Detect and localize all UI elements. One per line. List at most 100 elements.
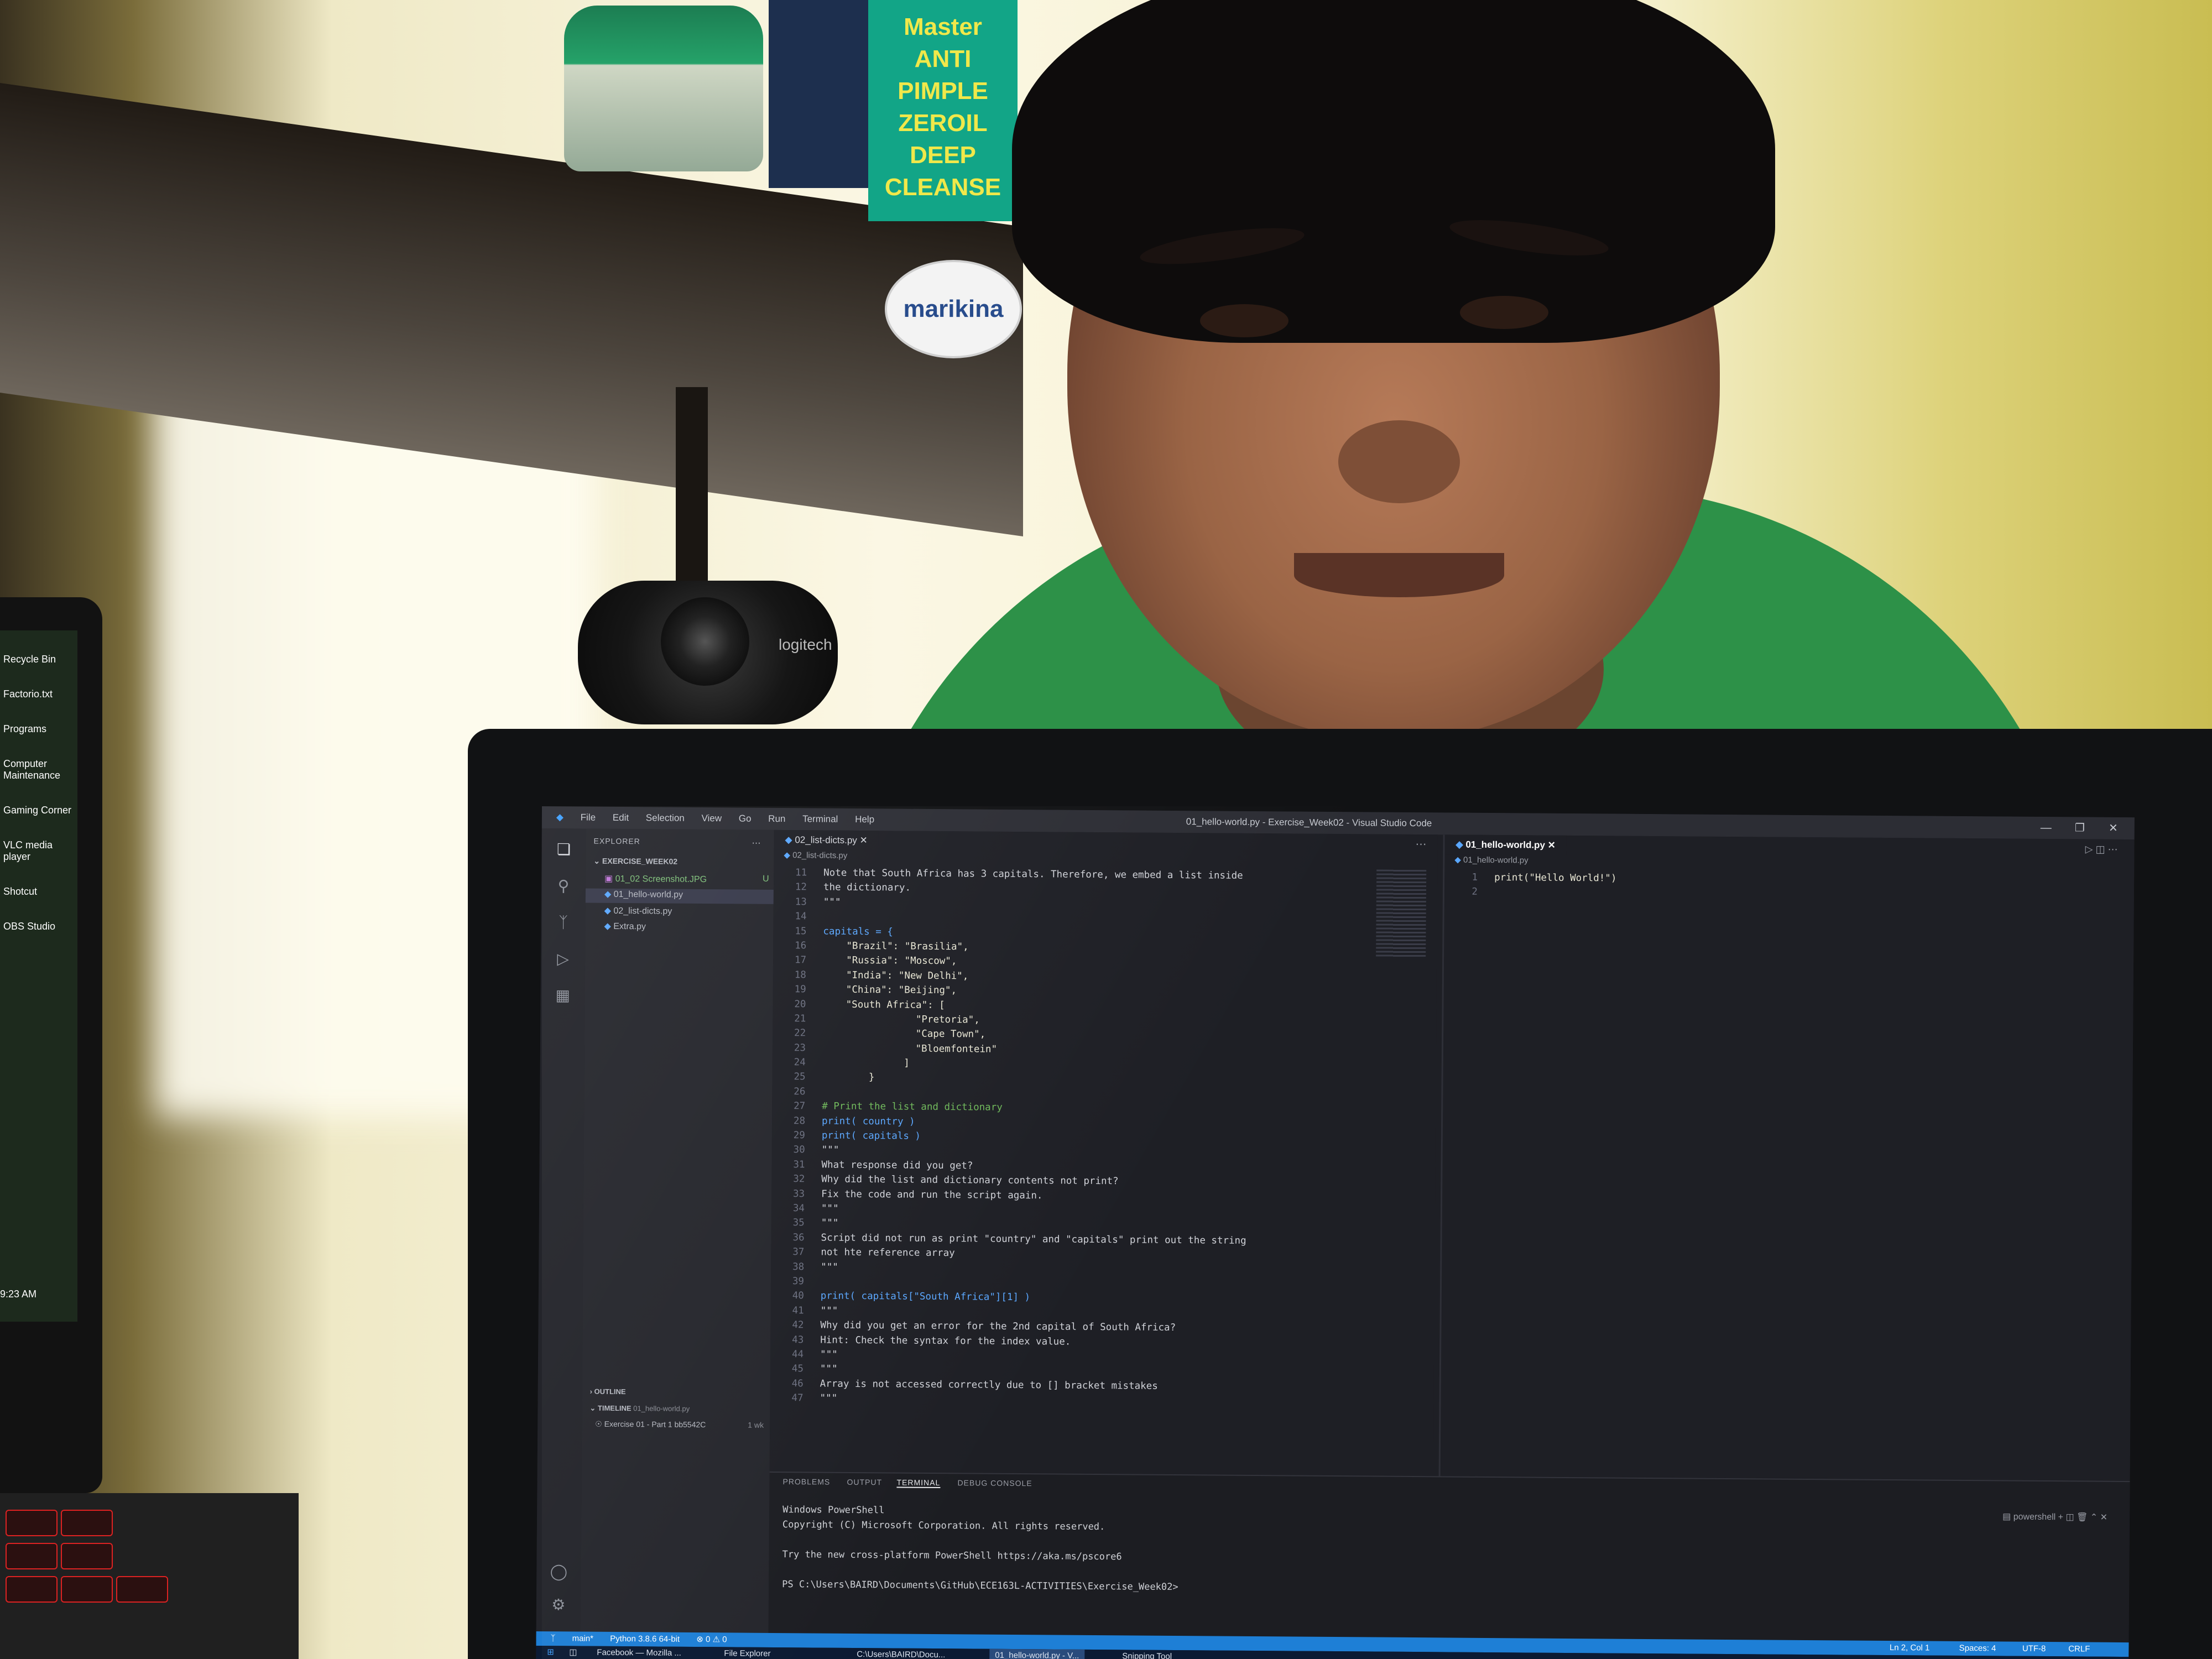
taskbar-item[interactable]: Snipping Tool (1122, 1650, 1172, 1659)
taskbar-item[interactable]: C:\Users\BAIRD\Docu... (857, 1648, 945, 1659)
desktop-icon-label[interactable]: Factorio.txt (3, 688, 77, 700)
menu-selection[interactable]: Selection (646, 807, 685, 829)
desktop-icon-label[interactable]: Gaming Corner (3, 805, 77, 816)
windows-start-icon[interactable]: ⊞ (547, 1646, 554, 1659)
shell-select[interactable]: powershell (2013, 1512, 2056, 1522)
line-number: 23 (794, 1042, 806, 1054)
encoding[interactable]: UTF-8 (2022, 1642, 2046, 1656)
source-control-icon[interactable]: ᛉ (553, 912, 573, 932)
box-line: DEEP (910, 142, 976, 169)
chevron-up-icon[interactable]: ⌃ (2090, 1513, 2100, 1522)
close-icon[interactable]: ✕ (2109, 817, 2118, 839)
tab-terminal[interactable]: TERMINAL (896, 1478, 941, 1489)
extensions-icon[interactable]: ▦ (552, 985, 572, 1005)
menu-terminal[interactable]: Terminal (802, 808, 838, 830)
code-area[interactable]: 1 print("Hello World!") 2 (1444, 870, 2068, 904)
close-tab-icon[interactable]: ✕ (859, 835, 867, 846)
terminal-output[interactable]: Windows PowerShell Copyright (C) Microsof… (782, 1503, 1179, 1595)
tab-list-dicts[interactable]: ◆ 02_list-dicts.py ✕ (774, 830, 879, 851)
search-icon[interactable]: ⚲ (554, 876, 573, 896)
more-actions-icon[interactable]: ⋯ (752, 838, 760, 849)
line-number: 35 (792, 1217, 805, 1229)
code-area[interactable]: 11 Note that South Africa has 3 capitals.… (770, 865, 1371, 1410)
trash-icon[interactable]: 🗑 (2077, 1512, 2090, 1522)
task-view-icon[interactable]: ◫ (569, 1646, 577, 1659)
timeline-section[interactable]: ⌄ TIMELINE 01_hello-world.py (589, 1404, 690, 1413)
chevron-down-icon: ⌄ (593, 856, 602, 865)
line-number: 27 (794, 1100, 806, 1112)
laptop-keyboard (0, 1493, 299, 1659)
add-terminal-icon[interactable]: + (2058, 1512, 2066, 1522)
image-file-icon: ▣ (604, 874, 615, 884)
taskbar-item-active[interactable]: 01_hello-world.py - V... (989, 1648, 1085, 1659)
taskbar-item[interactable]: Facebook — Mozilla ... (597, 1646, 681, 1659)
keyboard-key (116, 1576, 168, 1603)
problems-count[interactable]: ⊗ 0 ⚠ 0 (696, 1635, 727, 1644)
box-line: Master (904, 13, 982, 40)
file-item-selected[interactable]: ◆ 01_hello-world.py (585, 888, 774, 904)
file-item[interactable]: ▣ 01_02 Screenshot.JPG (604, 873, 707, 885)
desktop-icon-label[interactable]: Recycle Bin (3, 654, 77, 665)
menu-help[interactable]: Help (855, 808, 874, 831)
tab-debug-console[interactable]: DEBUG CONSOLE (957, 1478, 1032, 1488)
cream-jar (564, 6, 763, 171)
branch-indicator[interactable]: ᛉ main* (550, 1634, 593, 1644)
line-number: 47 (791, 1392, 804, 1404)
line-number: 15 (795, 925, 807, 937)
explorer-icon[interactable]: ❏ (554, 839, 573, 859)
tab-output[interactable]: OUTPUT (847, 1478, 882, 1486)
breadcrumb[interactable]: ◆ 02_list-dicts.py (784, 850, 847, 860)
split-terminal-icon[interactable]: ◫ (2065, 1512, 2077, 1522)
more-actions-icon[interactable]: ⋯ (2107, 844, 2117, 855)
line-number: 45 (791, 1363, 804, 1375)
python-file-icon: ◆ (604, 889, 614, 899)
close-tab-icon[interactable]: ✕ (1548, 840, 1556, 851)
indentation[interactable]: Spaces: 4 (1959, 1641, 1996, 1656)
minimize-icon[interactable]: — (2041, 817, 2052, 839)
menu-edit[interactable]: Edit (613, 807, 629, 829)
line-ending[interactable]: CRLF (2068, 1642, 2090, 1656)
workspace-folder[interactable]: ⌄ EXERCISE_WEEK02 (593, 857, 677, 867)
desktop-icon-label[interactable]: Shotcut (3, 886, 77, 898)
run-file-icon[interactable]: ▷ (2085, 843, 2093, 854)
account-icon[interactable]: ◯ (549, 1562, 568, 1582)
more-actions-icon[interactable]: ⋯ (1415, 834, 1426, 854)
line-number: 26 (794, 1086, 806, 1098)
minimap[interactable] (1376, 869, 1427, 959)
menu-run[interactable]: Run (768, 808, 785, 830)
breadcrumb[interactable]: ◆ 01_hello-world.py (1454, 855, 1528, 865)
menu-go[interactable]: Go (739, 807, 752, 830)
line-number: 25 (794, 1071, 806, 1083)
line-number: 42 (792, 1319, 804, 1331)
desktop-icon-label[interactable]: Programs (3, 723, 77, 735)
outline-section[interactable]: › OUTLINE (590, 1387, 626, 1396)
file-item[interactable]: ◆ 02_list-dicts.py (604, 905, 672, 917)
restore-icon[interactable]: ❐ (2075, 817, 2085, 839)
line-number: 2 (1472, 886, 1478, 898)
gear-icon[interactable]: ⚙ (549, 1595, 568, 1615)
tab-hello-world[interactable]: ◆ 01_hello-world.py ✕ (1444, 834, 1567, 855)
keyboard-key (6, 1576, 58, 1603)
tab-problems[interactable]: PROBLEMS (782, 1477, 830, 1486)
run-debug-icon[interactable]: ▷ (553, 949, 573, 969)
file-item[interactable]: ◆ Extra.py (604, 921, 646, 932)
vscode-window: ◆ File Edit Selection View Go Run Termin… (536, 806, 2135, 1659)
code-text: """ (823, 896, 841, 908)
close-panel-icon[interactable]: ✕ (2100, 1513, 2108, 1522)
menu-view[interactable]: View (701, 807, 722, 830)
desktop-icon-label[interactable]: Computer Maintenance (3, 758, 77, 781)
code-text: print("Hello World!") (1494, 872, 1617, 884)
menu-file[interactable]: File (581, 806, 596, 828)
python-interpreter[interactable]: Python 3.8.6 64-bit (610, 1634, 680, 1644)
desktop-icon-label[interactable]: VLC media player (3, 839, 77, 863)
chevron-right-icon: › (589, 1387, 594, 1396)
split-editor-icon[interactable]: ◫ (2095, 844, 2105, 855)
desktop-icon-label[interactable]: OBS Studio (3, 921, 77, 932)
timeline-entry[interactable]: ☉ Exercise 01 - Part 1 bb5542C (595, 1420, 706, 1430)
taskbar-item[interactable]: File Explorer (724, 1647, 770, 1659)
code-text: not hte reference array (821, 1246, 955, 1259)
mouth (1294, 553, 1504, 597)
cursor-position[interactable]: Ln 2, Col 1 (1890, 1641, 1930, 1656)
folder-label: EXERCISE_WEEK02 (602, 856, 678, 866)
webcam-brand: logitech (779, 636, 832, 653)
